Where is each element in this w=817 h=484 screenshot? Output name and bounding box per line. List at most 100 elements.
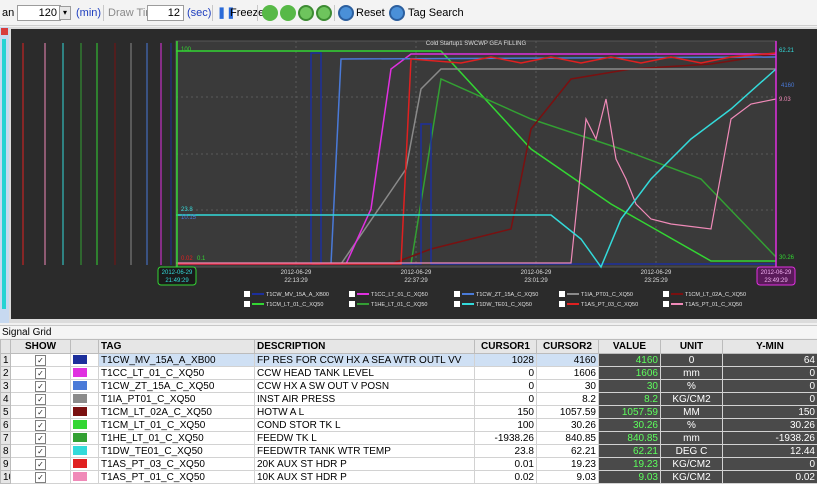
tag-cell: T1CM_LT_02A_C_XQ50 xyxy=(99,406,255,419)
color-swatch[interactable] xyxy=(73,420,87,429)
cursor1-cell: 100 xyxy=(475,419,537,432)
cursor1-cell: -1938.26 xyxy=(475,432,537,445)
time-tick-date: 2012-06-29 xyxy=(521,270,552,276)
table-row[interactable]: 6✓T1CM_LT_01_C_XQ50COND STOR TK L10030.2… xyxy=(1,419,817,432)
column-header-tag[interactable]: TAG xyxy=(99,340,255,354)
ymin-cell: 12.44 xyxy=(723,445,817,458)
tag-search-button[interactable]: Tag Search xyxy=(408,5,464,21)
row-number: 3 xyxy=(1,380,11,393)
legend-item[interactable]: T1CW_MV_15A_A_XB00 xyxy=(244,291,329,298)
span-dropdown-button[interactable]: ▾ xyxy=(59,6,71,20)
tag-cell: T1CC_LT_01_C_XQ50 xyxy=(99,367,255,380)
legend-item[interactable]: T1CM_LT_02A_C_XQ50 xyxy=(663,291,746,298)
legend-item[interactable]: T1CC_LT_01_C_XQ50 xyxy=(349,291,428,298)
column-header-cursor1[interactable]: CURSOR1 xyxy=(475,340,537,354)
signal-grid-title: Signal Grid xyxy=(0,325,817,338)
unit-cell: DEG C xyxy=(661,445,723,458)
scroll-track[interactable] xyxy=(2,39,6,309)
legend-item[interactable]: T1HE_LT_01_C_XQ50 xyxy=(349,301,427,308)
show-checkbox[interactable]: ✓ xyxy=(35,472,46,483)
show-cell: ✓ xyxy=(11,445,71,458)
ymin-cell: 0 xyxy=(723,458,817,471)
description-cell: INST AIR PRESS xyxy=(255,393,475,406)
ymin-cell: 30.26 xyxy=(723,419,817,432)
column-header-show[interactable]: SHOW xyxy=(11,340,71,354)
legend-item[interactable]: T1AS_PT_03_C_XQ50 xyxy=(559,301,638,308)
show-checkbox[interactable]: ✓ xyxy=(35,368,46,379)
table-row[interactable]: 3✓T1CW_ZT_15A_C_XQ50CCW HX A SW OUT V PO… xyxy=(1,380,817,393)
span-input[interactable] xyxy=(17,5,61,21)
column-header-color[interactable] xyxy=(71,340,99,354)
show-checkbox[interactable]: ✓ xyxy=(35,459,46,470)
cursor1-value-label: 100 xyxy=(181,47,192,53)
cursor2-cell: 4160 xyxy=(537,354,599,367)
reset-button[interactable]: Reset xyxy=(356,5,385,21)
column-header-description[interactable]: DESCRIPTION xyxy=(255,340,475,354)
table-row[interactable]: 1✓T1CW_MV_15A_A_XB00FP RES FOR CCW HX A … xyxy=(1,354,817,367)
show-checkbox[interactable]: ✓ xyxy=(35,394,46,405)
cursor2-time: 23:49:29 xyxy=(764,278,788,284)
color-swatch[interactable] xyxy=(73,472,87,481)
legend-item[interactable]: T1CW_ZT_15A_C_XQ50 xyxy=(454,291,538,298)
legend-item[interactable]: T1IA_PT01_C_XQ50 xyxy=(559,291,633,298)
table-row[interactable]: 10✓T1AS_PT_01_C_XQ5010K AUX ST HDR P0.02… xyxy=(1,471,817,484)
legend-item[interactable]: T1DW_TE01_C_XQ50 xyxy=(454,301,532,308)
legend-item[interactable]: T1CM_LT_01_C_XQ50 xyxy=(244,301,323,308)
ymin-cell: -1938.26 xyxy=(723,432,817,445)
column-header-value[interactable]: VALUE xyxy=(599,340,661,354)
description-cell: HOTW A L xyxy=(255,406,475,419)
zoom-out-icon[interactable] xyxy=(316,5,332,21)
color-swatch[interactable] xyxy=(73,394,87,403)
show-checkbox[interactable]: ✓ xyxy=(35,420,46,431)
column-header-cursor2[interactable]: CURSOR2 xyxy=(537,340,599,354)
cursor1-cell: 0.02 xyxy=(475,471,537,484)
close-icon[interactable] xyxy=(1,28,8,35)
cursor1-cell: 0 xyxy=(475,380,537,393)
ymin-cell: 0 xyxy=(723,367,817,380)
table-row[interactable]: 9✓T1AS_PT_03_C_XQ5020K AUX ST HDR P0.011… xyxy=(1,458,817,471)
toolbar: an ▾ (min) Draw Time (sec) ❚❚ Freeze Res… xyxy=(0,0,817,26)
back-icon[interactable] xyxy=(262,5,278,21)
color-swatch[interactable] xyxy=(73,368,87,377)
column-header-unit[interactable]: UNIT xyxy=(661,340,723,354)
show-checkbox[interactable]: ✓ xyxy=(35,433,46,444)
cursor2-value-label: 30.26 xyxy=(779,255,795,261)
row-number: 4 xyxy=(1,393,11,406)
color-cell xyxy=(71,471,99,484)
color-swatch[interactable] xyxy=(73,381,87,390)
show-cell: ✓ xyxy=(11,432,71,445)
color-swatch[interactable] xyxy=(73,433,87,442)
table-row[interactable]: 8✓T1DW_TE01_C_XQ50FEEDWTR TANK WTR TEMP2… xyxy=(1,445,817,458)
separator xyxy=(212,5,213,21)
color-swatch[interactable] xyxy=(73,355,87,364)
cursor1-time: 21:49:29 xyxy=(165,278,189,284)
color-swatch[interactable] xyxy=(73,407,87,416)
show-checkbox[interactable]: ✓ xyxy=(35,355,46,366)
legend-item[interactable]: T1AS_PT_01_C_XQ50 xyxy=(663,301,742,308)
ymin-cell: 0 xyxy=(723,380,817,393)
freeze-button[interactable]: Freeze xyxy=(230,5,264,21)
table-row[interactable]: 5✓T1CM_LT_02A_C_XQ50HOTW A L1501057.5910… xyxy=(1,406,817,419)
row-number: 9 xyxy=(1,458,11,471)
zoom-in-icon[interactable] xyxy=(298,5,314,21)
show-checkbox[interactable]: ✓ xyxy=(35,446,46,457)
trend-chart[interactable]: Cold Startup1 SWCWP GEA FILLING 100 23.8… xyxy=(11,29,817,319)
column-header-ymin[interactable]: Y-MIN xyxy=(723,340,817,354)
value-cell: 8.2 xyxy=(599,393,661,406)
forward-icon[interactable] xyxy=(280,5,296,21)
show-checkbox[interactable]: ✓ xyxy=(35,381,46,392)
tag-cell: T1IA_PT01_C_XQ50 xyxy=(99,393,255,406)
table-row[interactable]: 4✓T1IA_PT01_C_XQ50INST AIR PRESS08.28.2K… xyxy=(1,393,817,406)
table-row[interactable]: 7✓T1HE_LT_01_C_XQ50FEEDW TK L-1938.26840… xyxy=(1,432,817,445)
value-cell: 9.03 xyxy=(599,471,661,484)
draw-time-input[interactable] xyxy=(147,5,184,21)
cursor2-cell: 30 xyxy=(537,380,599,393)
svg-text:T1CM_LT_01_C_XQ50: T1CM_LT_01_C_XQ50 xyxy=(266,302,323,308)
grid-header-row: SHOW TAG DESCRIPTION CURSOR1 CURSOR2 VAL… xyxy=(1,340,817,354)
table-row[interactable]: 2✓T1CC_LT_01_C_XQ50CCW HEAD TANK LEVEL01… xyxy=(1,367,817,380)
show-checkbox[interactable]: ✓ xyxy=(35,407,46,418)
cursor1-cell: 0 xyxy=(475,393,537,406)
span-label: an xyxy=(2,5,14,21)
color-swatch[interactable] xyxy=(73,459,87,468)
color-swatch[interactable] xyxy=(73,446,87,455)
